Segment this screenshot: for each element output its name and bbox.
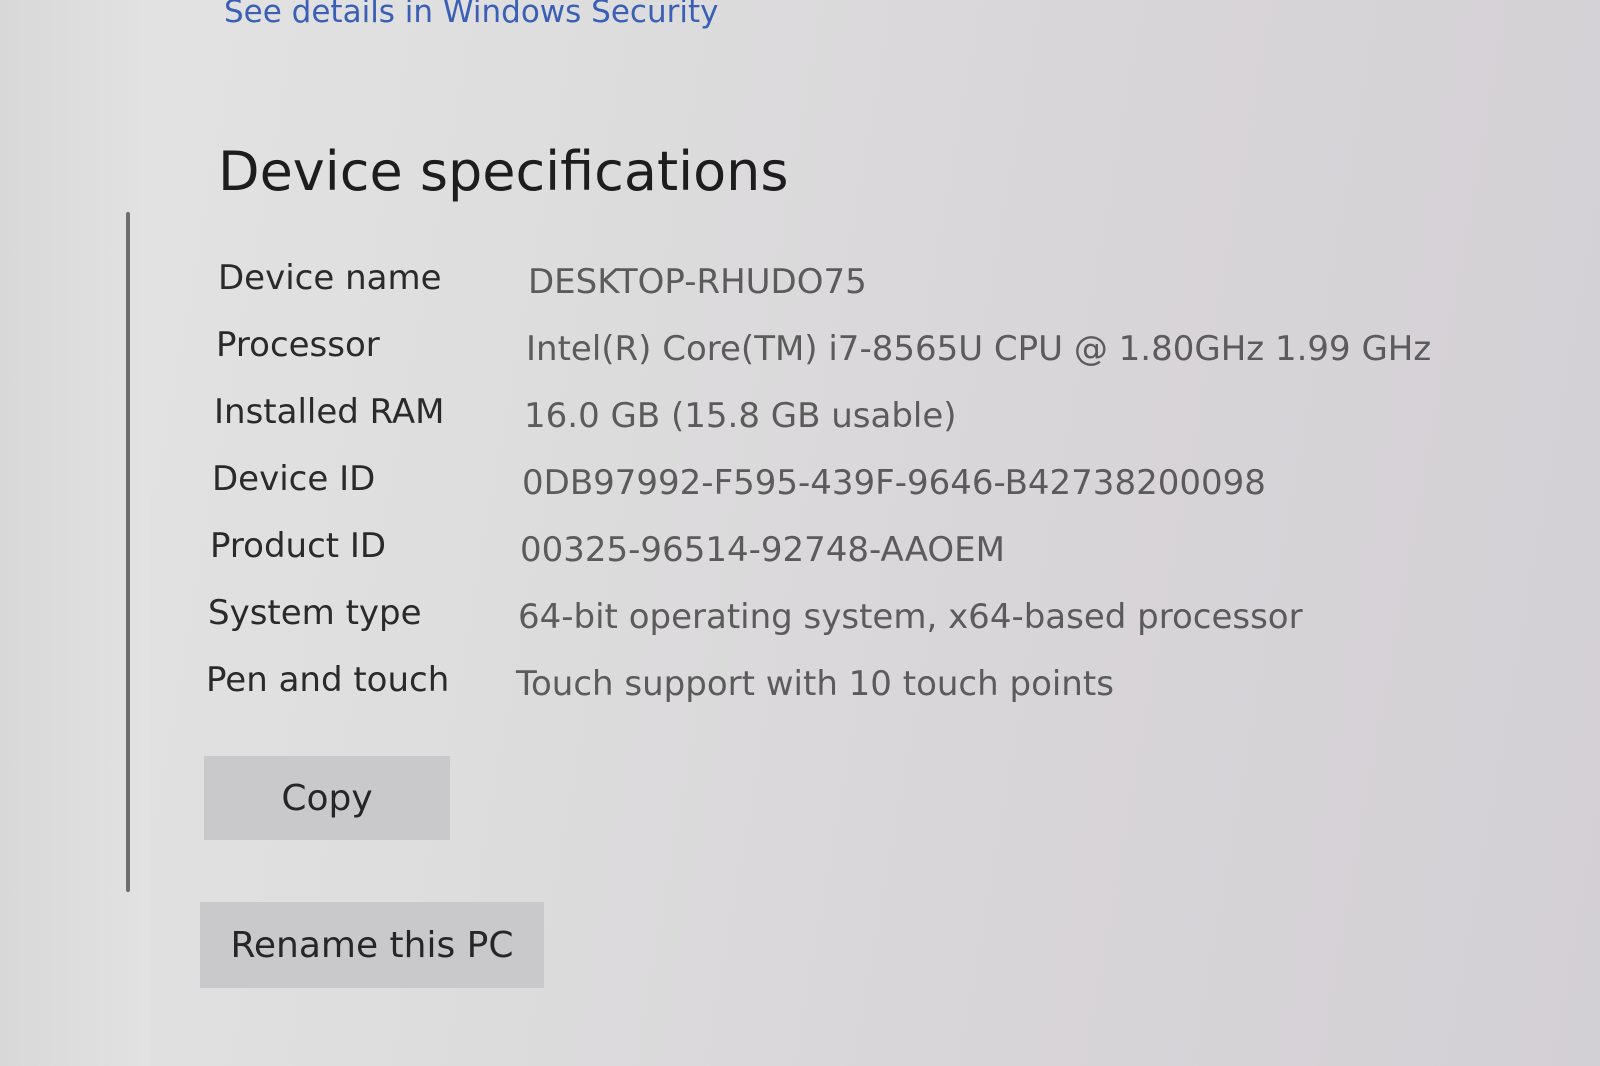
spec-row-system-type: System type 64-bit operating system, x64… xyxy=(208,593,1508,643)
spec-row-device-name: Device name DESKTOP-RHUDO75 xyxy=(218,258,1518,308)
spec-label: Product ID xyxy=(210,526,387,566)
spec-row-product-id: Product ID 00325-96514-92748-AAOEM xyxy=(210,526,1510,576)
spec-label: Pen and touch xyxy=(206,660,450,700)
spec-row-device-id: Device ID 0DB97992-F595-439F-9646-B42738… xyxy=(212,459,1512,509)
spec-row-processor: Processor Intel(R) Core(TM) i7-8565U CPU… xyxy=(216,325,1516,375)
spec-value: 16.0 GB (15.8 GB usable) xyxy=(524,396,957,436)
spec-label: Device name xyxy=(218,258,442,298)
spec-value: Touch support with 10 touch points xyxy=(516,664,1114,704)
spec-value: 64-bit operating system, x64-based proce… xyxy=(518,597,1303,637)
spec-label: Processor xyxy=(216,325,380,365)
windows-security-link[interactable]: See details in Windows Security xyxy=(224,0,718,30)
rename-pc-button[interactable]: Rename this PC xyxy=(200,902,544,988)
spec-value: Intel(R) Core(TM) i7-8565U CPU @ 1.80GHz… xyxy=(526,329,1432,369)
scrollbar[interactable] xyxy=(126,212,130,892)
spec-label: Installed RAM xyxy=(214,392,445,432)
spec-row-installed-ram: Installed RAM 16.0 GB (15.8 GB usable) xyxy=(214,392,1514,442)
copy-button[interactable]: Copy xyxy=(204,756,450,840)
spec-value: 00325-96514-92748-AAOEM xyxy=(520,530,1005,570)
settings-about-pane: See details in Windows Security Device s… xyxy=(0,0,1600,1066)
spec-value: DESKTOP-RHUDO75 xyxy=(528,262,867,302)
spec-label: System type xyxy=(208,593,422,633)
spec-value: 0DB97992-F595-439F-9646-B42738200098 xyxy=(522,463,1266,503)
section-title: Device specifications xyxy=(218,140,789,203)
spec-row-pen-and-touch: Pen and touch Touch support with 10 touc… xyxy=(206,660,1506,710)
spec-label: Device ID xyxy=(212,459,376,499)
